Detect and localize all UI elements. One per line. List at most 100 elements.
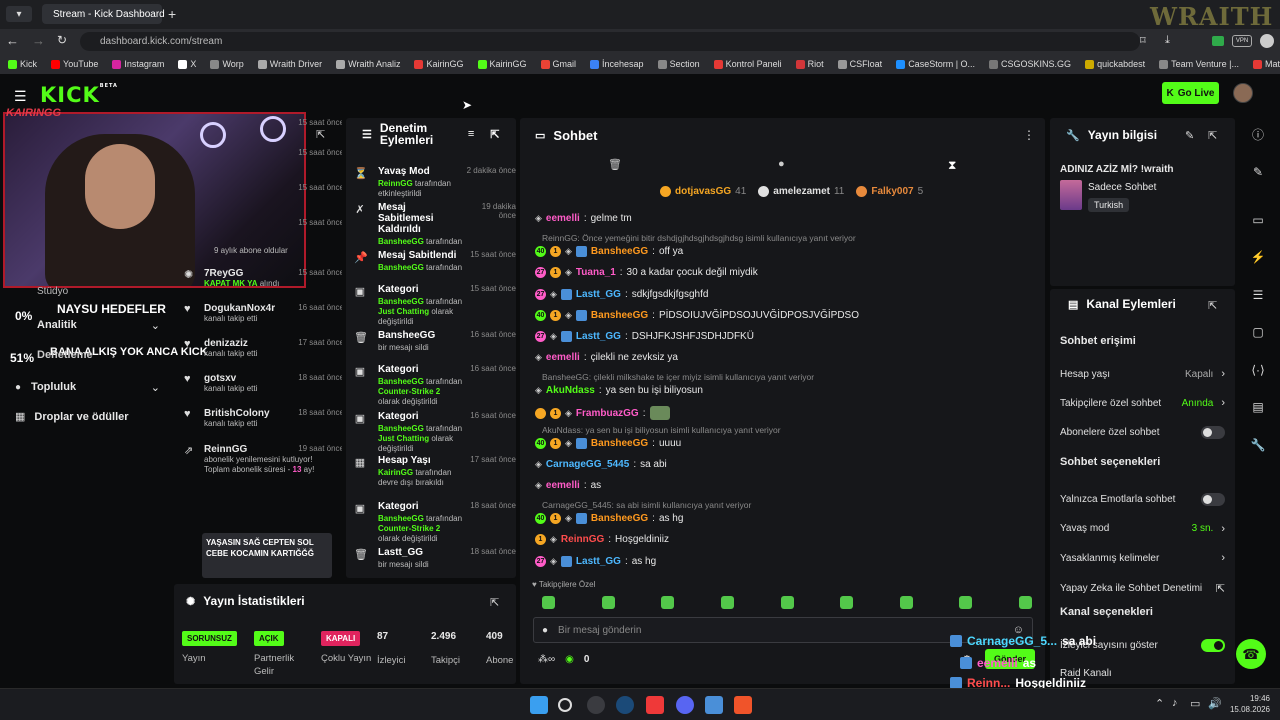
nav-topluluk[interactable]: ● Topluluk ⌄ — [15, 378, 160, 396]
setting-row[interactable]: Yapay Zeka ile Sohbet Denetimi ⇱ — [1060, 582, 1225, 595]
brave-icon[interactable] — [734, 696, 752, 714]
chat-message[interactable]: ◈ CarnageGG_5445: sa abi — [535, 459, 667, 470]
pen-icon[interactable]: ✎ — [1245, 161, 1271, 183]
chat-bubble-icon[interactable]: ● — [778, 158, 785, 170]
setting-row[interactable]: Yavaş mod 3 sn. › — [1060, 523, 1225, 535]
bookmark-item[interactable]: Instagram — [112, 59, 164, 69]
discord-icon[interactable] — [676, 696, 694, 714]
tab-kick-dashboard[interactable]: Stream - Kick Dashboard — [42, 4, 165, 24]
chat-username[interactable]: BansheeGG — [591, 246, 648, 257]
setting-control[interactable]: Anında › — [1182, 397, 1225, 409]
go-live-button[interactable]: K Go Live — [1162, 82, 1219, 104]
tray-arrow-icon[interactable]: ⌃ — [1155, 697, 1164, 710]
bookmark-item[interactable]: Riot — [795, 59, 824, 69]
activity-item[interactable]: ♥ denizaziz 17 saat önce kanalı takip etti — [184, 338, 342, 359]
rail-message-icon[interactable]: ▢ — [1245, 321, 1271, 343]
extension-icon[interactable] — [1212, 36, 1224, 46]
stats-popout-icon[interactable]: ⇱ — [490, 596, 499, 609]
kick-logo[interactable]: KICKBETA — [40, 83, 118, 107]
actions-popout-icon[interactable]: ⇱ — [1208, 299, 1217, 312]
emote-picker-icon[interactable]: ● — [542, 625, 548, 636]
setting-row[interactable]: Abonelere özel sohbet — [1060, 426, 1225, 439]
chat-message[interactable]: 1 ◈ FrambuazGG: — [535, 406, 670, 420]
emote-icon[interactable] — [1019, 596, 1032, 609]
activity-item[interactable]: 9 aylık abone oldular — [184, 246, 342, 256]
rail-broadcast-icon[interactable]: ⟨·⟩ — [1245, 359, 1271, 381]
chat-username[interactable]: Lastt_GG — [576, 331, 621, 342]
search-icon[interactable] — [558, 698, 572, 712]
chat-username[interactable]: Tuana_1 — [576, 267, 616, 278]
bookmark-item[interactable]: quickabdest — [1085, 59, 1145, 69]
start-icon[interactable] — [530, 696, 548, 714]
back-icon[interactable]: ← — [6, 33, 19, 48]
rail-channel-icon[interactable]: ▤ — [1245, 396, 1271, 418]
moderation-item[interactable]: ▦ Hesap Yaşı KairinGG tarafından devre dış… — [355, 455, 516, 488]
activity-item[interactable]: ♥ BritishColony 18 saat önce kanalı takip e… — [184, 408, 342, 429]
chat-message[interactable]: 27 1 ◈ Tuana_1:30 a kadar çocuk değil miydi… — [535, 267, 758, 278]
rail-chat-icon[interactable]: ▭ — [1245, 209, 1271, 231]
activity-item[interactable]: ♥ gotsxv 18 saat önce kanalı takip etti — [184, 373, 342, 394]
moderation-item[interactable]: ▣ Kategori BansheeGG tarafından Just Chatt… — [355, 411, 516, 454]
chat-username[interactable]: ReinnGG — [561, 534, 604, 545]
setting-control[interactable] — [1201, 493, 1225, 506]
nav-analitik[interactable]: Analitik ⌄ — [15, 316, 160, 334]
chat-username[interactable]: Lastt_GG — [576, 289, 621, 300]
chat-username[interactable]: eemelli — [546, 480, 580, 491]
popout-icon[interactable]: ⇱ — [490, 128, 499, 141]
moderation-item[interactable]: ▣ Kategori BansheeGG tarafından Just Chatt… — [355, 284, 516, 327]
top-gifter[interactable]: amelezamet 11 — [758, 186, 844, 197]
toggle-switch[interactable] — [1201, 426, 1225, 439]
volume-icon[interactable]: 🔊 — [1208, 697, 1222, 710]
forward-icon[interactable]: → — [32, 33, 45, 48]
network-icon[interactable]: ▭ — [1190, 697, 1200, 710]
address-field[interactable]: dashboard.kick.com/stream — [80, 32, 1140, 51]
bookmark-item[interactable]: Team Venture |... — [1159, 59, 1239, 69]
bookmark-item[interactable]: X — [178, 59, 196, 69]
chat-username[interactable]: AkuNdass — [546, 385, 595, 396]
mic-icon[interactable]: ♪ — [1172, 697, 1178, 709]
bookmark-item[interactable]: Matchmaking — [1252, 59, 1280, 69]
info-popout-icon[interactable]: ⇱ — [1208, 129, 1217, 142]
bookmark-item[interactable]: CaseStorm | O... — [896, 59, 975, 69]
emote-icon[interactable] — [720, 596, 734, 609]
chat-message[interactable]: 1 ◈ ReinnGG: Hoşgeldiniiz — [535, 534, 669, 545]
chat-message[interactable]: 27 ◈ Lastt_GG: as hg — [535, 556, 656, 567]
menu-icon[interactable]: ☰ — [14, 88, 27, 105]
emote-icon[interactable] — [959, 596, 973, 609]
bookmark-item[interactable]: Kick — [8, 59, 37, 69]
bookmark-icon[interactable]: ⌑ — [1140, 34, 1146, 47]
setting-row[interactable]: Yalnızca Emotlarla sohbet — [1060, 493, 1225, 506]
lightning-icon[interactable]: ⚡ — [1245, 246, 1271, 268]
setting-row[interactable]: Hesap yaşı Kapalı › — [1060, 368, 1225, 380]
browser-menu-icon[interactable]: ▾ — [6, 6, 32, 22]
chat-message[interactable]: 40 1 ◈ BansheeGG: off ya — [535, 246, 683, 257]
top-gifter[interactable]: Falky007 5 — [856, 186, 923, 197]
filter-icon[interactable]: ≡ — [468, 128, 474, 140]
points-icon[interactable]: ⁂∞ — [538, 654, 555, 665]
edit-icon[interactable]: ✎ — [1185, 129, 1194, 142]
chat-username[interactable]: eemelli — [546, 352, 580, 363]
vivaldi-icon[interactable] — [646, 696, 664, 714]
setting-control[interactable] — [1201, 639, 1225, 652]
moderation-item[interactable]: 🗑 BansheeGG bir mesajı sildi 16 saat önce — [354, 330, 516, 353]
steam-icon[interactable] — [616, 696, 634, 714]
chat-message[interactable]: ◈ eemelli: gelme tm — [535, 213, 632, 224]
nav-denetleme[interactable]: Denetleme — [37, 349, 93, 361]
chat-message[interactable]: ◈ eemelli: çilekli ne zevksiz ya — [535, 352, 678, 363]
chat-message[interactable]: 27 ◈ Lastt_GG: DSHJFKJSHFJSDHJDFKÜ — [535, 331, 754, 342]
toggle-switch[interactable] — [1201, 493, 1225, 506]
setting-control[interactable] — [1201, 426, 1225, 439]
support-button[interactable]: ☎ — [1236, 639, 1266, 669]
moderation-item[interactable]: ▣ Kategori BansheeGG tarafından Counter-St… — [355, 501, 516, 544]
reload-icon[interactable]: ↻ — [57, 33, 67, 47]
setting-control[interactable]: Kapalı › — [1185, 368, 1225, 380]
bookmark-item[interactable]: İncehesap — [590, 59, 644, 69]
chat-trash-icon[interactable]: 🗑 — [608, 158, 622, 171]
setting-row[interactable]: Takipçilere özel sohbet Anında › — [1060, 397, 1225, 409]
bookmark-item[interactable]: Kontrol Paneli — [713, 59, 782, 69]
hourglass-icon[interactable]: ⧗ — [948, 158, 956, 173]
bookmark-item[interactable]: YouTube — [51, 59, 98, 69]
avatar[interactable] — [1233, 83, 1253, 103]
emote-icon[interactable] — [542, 596, 555, 609]
chat-message[interactable]: 40 1 ◈ BansheeGG: PİDSOIUJVĞİPDSOJUVĞİDPOSJV… — [535, 310, 859, 321]
